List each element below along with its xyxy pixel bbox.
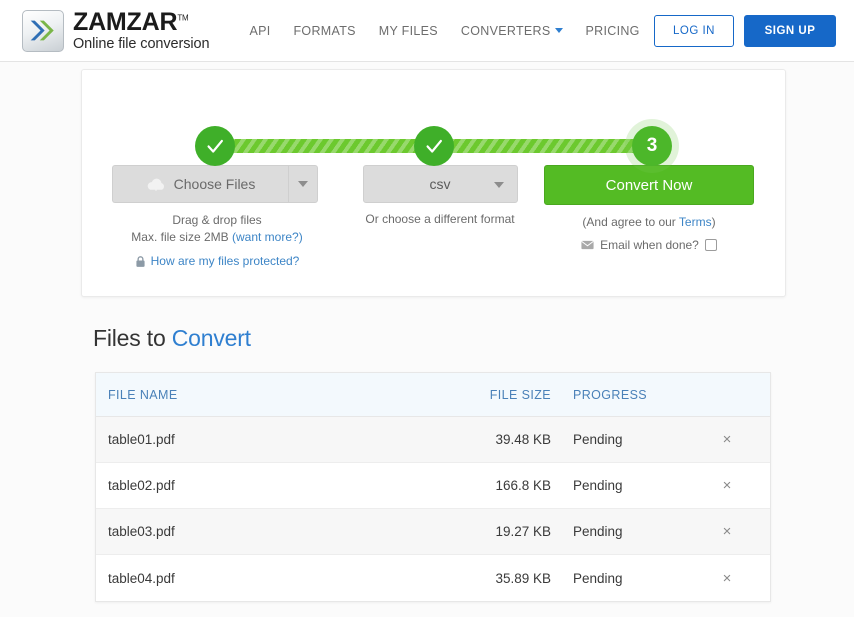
close-icon[interactable]: × (723, 477, 732, 494)
nav-label: API (249, 23, 271, 38)
main-navigation: API FORMATS MY FILES CONVERTERS PRICING … (249, 24, 696, 38)
nav-item-my-files[interactable]: MY FILES (379, 24, 438, 38)
terms-suffix: ) (711, 215, 716, 229)
nav-item-api[interactable]: API (249, 24, 270, 38)
choose-files-column: Choose Files Drag & drop files Max. file… (112, 165, 322, 268)
file-progress: Pending (573, 432, 623, 447)
convert-now-button[interactable]: Convert Now (544, 165, 754, 205)
convert-column: Convert Now (And agree to our Terms) Ema… (534, 165, 764, 252)
envelope-icon (581, 240, 594, 250)
email-when-done-row: Email when done? (534, 238, 764, 252)
logo-title: ZAMZAR (73, 7, 178, 36)
file-size: 166.8 KB (495, 478, 551, 493)
lock-icon (136, 255, 145, 267)
step-2-complete[interactable] (414, 126, 454, 166)
remove-file-cell: × (696, 524, 758, 539)
chevron-down-icon (298, 181, 308, 187)
progress-stepper: 3 (82, 96, 787, 166)
chevron-down-icon (554, 28, 563, 33)
step-3-active[interactable]: 3 (632, 126, 672, 166)
auth-buttons: LOG IN SIGN UP (654, 15, 836, 47)
file-name: table01.pdf (108, 432, 175, 447)
format-column: csv Or choose a different format (340, 165, 540, 226)
file-name: table03.pdf (108, 524, 175, 539)
terms-line: (And agree to our Terms) (534, 215, 764, 229)
email-when-done-checkbox[interactable] (704, 239, 717, 251)
nav-label: FORMATS (293, 23, 356, 38)
chevron-down-icon (493, 182, 504, 188)
drag-drop-hint: Drag & drop files (172, 213, 262, 227)
check-icon (207, 139, 223, 153)
cloud-upload-icon (147, 178, 164, 191)
nav-label: CONVERTERS (460, 23, 551, 38)
file-progress: Pending (573, 570, 623, 586)
choose-files-button[interactable]: Choose Files (112, 165, 288, 203)
want-more-link[interactable]: (want more?) (232, 230, 303, 244)
file-progress: Pending (573, 478, 623, 493)
file-progress: Pending (573, 524, 623, 539)
max-size-hint: Max. file size 2MB (want more?) (112, 229, 322, 246)
page-root: ZAMZARTM Online file conversion API FORM… (0, 0, 854, 617)
step-1-complete[interactable] (195, 126, 235, 166)
remove-file-cell: × (696, 571, 758, 586)
column-header-file-name: FILE NAME (108, 387, 178, 402)
files-table: FILE NAME FILE SIZE PROGRESS table01.pdf… (95, 372, 771, 602)
close-icon[interactable]: × (723, 570, 732, 587)
file-name: table02.pdf (108, 478, 175, 493)
nav-item-formats[interactable]: FORMATS (294, 24, 356, 38)
check-icon (426, 139, 442, 153)
files-title-prefix: Files to (93, 325, 172, 351)
nav-label: PRICING (585, 23, 640, 38)
output-format-select[interactable]: csv (362, 165, 518, 203)
sign-up-button[interactable]: SIGN UP (744, 15, 836, 47)
double-chevron-logo-icon (22, 9, 64, 52)
file-size: 35.89 KB (495, 570, 551, 586)
close-icon[interactable]: × (723, 431, 732, 448)
nav-item-converters[interactable]: CONVERTERS (461, 24, 563, 38)
files-protected-link[interactable]: How are my files protected? (151, 254, 300, 268)
terms-link[interactable]: Terms (679, 215, 712, 229)
output-format-value: csv (429, 176, 451, 192)
terms-prefix: (And agree to our (582, 215, 679, 229)
choose-files-dropdown-toggle[interactable] (288, 165, 318, 203)
logo-subtitle: Online file conversion (73, 35, 210, 52)
site-header: ZAMZARTM Online file conversion API FORM… (0, 0, 854, 62)
file-name: table04.pdf (108, 570, 175, 586)
email-when-done-label: Email when done? (600, 238, 699, 252)
table-row: table02.pdf 166.8 KB Pending × (96, 463, 770, 509)
remove-file-cell: × (696, 432, 758, 447)
logo-trademark: TM (177, 13, 189, 23)
file-size: 39.48 KB (495, 432, 551, 447)
table-row: table03.pdf 19.27 KB Pending × (96, 509, 770, 555)
page-title: Files to Convert (93, 325, 251, 352)
choose-files-label: Choose Files (173, 176, 256, 192)
remove-file-cell: × (696, 478, 758, 493)
file-size: 19.27 KB (495, 524, 551, 539)
choose-files-group: Choose Files (112, 165, 318, 203)
nav-item-pricing[interactable]: PRICING (586, 24, 640, 38)
column-header-progress: PROGRESS (573, 387, 648, 402)
files-title-accent: Convert (171, 325, 251, 351)
close-icon[interactable]: × (723, 523, 732, 540)
converter-card: 3 Choose Files Drag & drop files Max. fi… (81, 69, 786, 297)
files-table-header: FILE NAME FILE SIZE PROGRESS (96, 373, 770, 417)
table-row: table04.pdf 35.89 KB Pending × (96, 555, 770, 601)
format-hint: Or choose a different format (365, 212, 515, 226)
max-size-text: Max. file size 2MB (131, 230, 232, 244)
site-logo[interactable]: ZAMZARTM Online file conversion (22, 7, 210, 52)
nav-label: MY FILES (378, 23, 438, 38)
table-row: table01.pdf 39.48 KB Pending × (96, 417, 770, 463)
step-number: 3 (646, 135, 658, 156)
log-in-button[interactable]: LOG IN (654, 15, 734, 47)
upload-hints: Drag & drop files Max. file size 2MB (wa… (112, 212, 322, 246)
column-header-file-size: FILE SIZE (489, 387, 551, 402)
files-protected-row: How are my files protected? (112, 254, 322, 268)
